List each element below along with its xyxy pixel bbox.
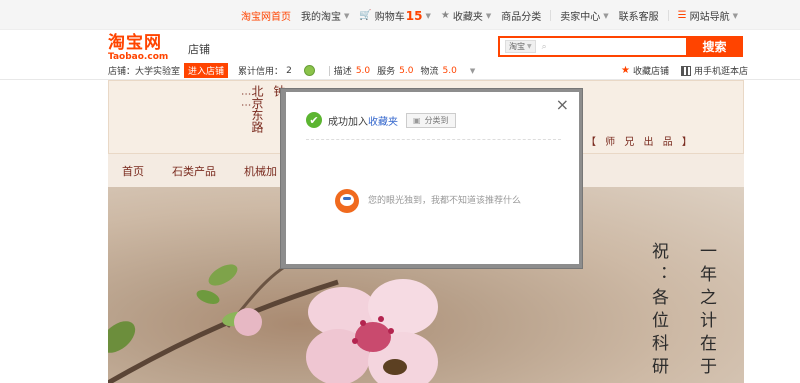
search-button[interactable]: 搜索: [686, 36, 743, 57]
taobao-home-link[interactable]: 淘宝网首页: [236, 8, 296, 23]
search-scope-select[interactable]: 淘宝 ▼: [505, 40, 536, 53]
mobile-shop-link[interactable]: 用手机逛本店: [681, 64, 748, 77]
favorite-shop-label: 收藏店铺: [632, 67, 669, 77]
chevron-down-icon: ▼: [343, 11, 350, 20]
logistics-score: 5.0: [442, 65, 457, 76]
favorites-label: 收藏夹: [452, 12, 483, 23]
credit-label: 累计信用：: [238, 67, 284, 77]
search-scope-label: 淘宝: [509, 42, 525, 51]
site-nav-label: 网站导航: [689, 12, 730, 23]
success-prefix: 成功加入: [328, 116, 368, 128]
chevron-down-icon[interactable]: ▼: [470, 67, 475, 75]
chevron-down-icon: ▼: [527, 43, 532, 50]
cart-label: 购物车: [374, 12, 405, 23]
favorites-dialog-frame: × ✔ 成功加入 收藏夹 ▣ 分类到 您的眼光独到，我都不知道该推荐什么: [280, 88, 583, 269]
site-nav-menu[interactable]: ☰ 网站导航 ▼: [673, 8, 743, 23]
service-label: 服务: [377, 67, 396, 77]
divider: [328, 65, 330, 76]
logistics-label: 物流: [420, 67, 439, 77]
empty-recommendation-text: 您的眼光独到，我都不知道该推荐什么: [368, 195, 522, 206]
star-icon: ★: [440, 10, 450, 21]
banner-signature: 【 师 兄 出 品 】: [586, 137, 695, 148]
cart-count: 15: [405, 8, 423, 23]
menu-icon: ☰: [677, 10, 687, 21]
desc-label: 描述: [333, 67, 352, 77]
divider: [667, 10, 669, 21]
favorites-dialog: × ✔ 成功加入 收藏夹 ▣ 分类到 您的眼光独到，我都不知道该推荐什么: [286, 92, 579, 264]
my-taobao-label: 我的淘宝: [300, 12, 341, 23]
poem-line-2: 祝：各位科研: [648, 242, 668, 380]
cart-icon: 🛒: [359, 10, 372, 21]
chevron-down-icon: ▼: [485, 11, 492, 20]
favorite-shop-button[interactable]: ★ 收藏店铺: [621, 64, 669, 77]
taobao-mascot-icon: [332, 183, 362, 215]
desc-score: 5.0: [355, 65, 371, 76]
taobao-logo[interactable]: 淘宝网 Taobao.com: [108, 34, 170, 62]
chevron-down-icon: ▼: [603, 11, 609, 20]
folder-icon: ▣: [413, 115, 421, 125]
credit-level-icon: [303, 65, 315, 76]
close-icon[interactable]: ×: [556, 97, 569, 113]
shop-prefix: 店铺：: [108, 67, 136, 77]
chevron-down-icon: ▼: [732, 11, 738, 20]
categorize-label: 分类到: [424, 115, 449, 125]
service-score: 5.0: [399, 65, 414, 76]
enter-shop-button[interactable]: 进入店铺: [184, 63, 229, 78]
seller-center-menu[interactable]: 卖家中心 ▼: [555, 8, 613, 24]
favorites-link[interactable]: 收藏夹: [368, 113, 398, 128]
shop-info-bar: 店铺： 大学实验室 进入店铺 累计信用： 2 描述 5.0 服务 5.0 物流 …: [108, 63, 475, 78]
my-taobao-menu[interactable]: 我的淘宝 ▼: [296, 8, 354, 24]
star-icon: ★: [621, 65, 630, 76]
top-navigation: 淘宝网首页 我的淘宝 ▼ 🛒 购物车 15 ▼ ★ 收藏夹 ▼ 商品分类 卖家中心 ▼ 联系客…: [236, 8, 743, 24]
credit-value: 2: [286, 65, 292, 76]
empty-recommendation: 您的眼光独到，我都不知道该推荐什么: [332, 183, 521, 215]
shop-nav-stone-products[interactable]: 石类产品: [158, 163, 230, 179]
cart-link[interactable]: 🛒 购物车 15 ▼: [354, 8, 436, 24]
site-topbar: 淘宝网首页 我的淘宝 ▼ 🛒 购物车 15 ▼ ★ 收藏夹 ▼ 商品分类 卖家中心 ▼ 联系客…: [0, 0, 800, 30]
success-check-icon: ✔: [306, 112, 322, 128]
shop-name[interactable]: 大学实验室: [135, 64, 180, 77]
chevron-down-icon: ▼: [425, 11, 431, 20]
banner-calligraphy-1: 北京东路: [250, 85, 264, 133]
qrcode-icon: [681, 65, 691, 76]
divider: [550, 10, 552, 21]
categories-link[interactable]: 商品分类: [496, 8, 546, 23]
dialog-divider: [306, 139, 561, 140]
seller-center-label: 卖家中心: [560, 12, 601, 23]
categorize-button[interactable]: ▣ 分类到: [406, 112, 456, 128]
shop-label: 店铺: [188, 43, 210, 56]
customer-service-link[interactable]: 联系客服: [614, 8, 664, 23]
mobile-shop-label: 用手机逛本店: [694, 67, 749, 77]
poem-line-1: 一年之计在于: [696, 242, 716, 380]
shop-nav-home[interactable]: 首页: [108, 163, 158, 179]
logo-chinese: 淘宝网: [108, 33, 162, 53]
favorites-menu[interactable]: ★ 收藏夹 ▼: [436, 8, 496, 23]
success-message: ✔ 成功加入 收藏夹 ▣ 分类到: [306, 112, 456, 128]
logo-english: Taobao.com: [108, 52, 169, 62]
